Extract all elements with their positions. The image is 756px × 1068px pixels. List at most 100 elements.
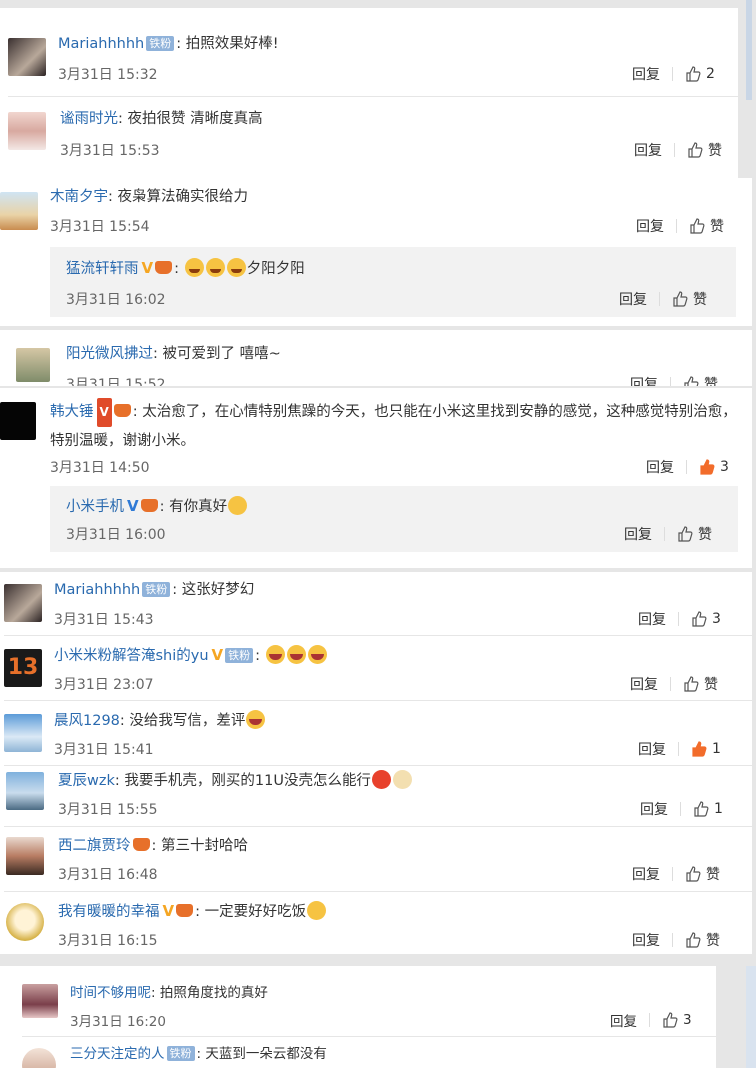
avatar[interactable] (4, 714, 42, 752)
reply-button[interactable]: 回复 (632, 930, 660, 950)
username-link[interactable]: 木南夕宇 (50, 189, 108, 205)
like-button[interactable]: 2 (685, 66, 715, 82)
avatar[interactable] (16, 348, 50, 382)
comment-text: 谧雨时光: 夜拍很赞 清晰度真高 (60, 111, 263, 127)
like-button[interactable]: 赞 (689, 216, 724, 236)
timestamp: 3月31日 15:55 (58, 802, 158, 818)
thumbs-up-icon (686, 66, 701, 82)
comment-body: 太治愈了，在心情特别焦躁的今天，也只能在小米这里找到安静的感觉，这种感觉特别治愈… (50, 404, 737, 449)
comment-list: Mariahhhhh 铁粉: 这张好梦幻 3月31日 15:43 回复 3 13 小… (0, 572, 752, 954)
username-link[interactable]: 三分天注定的人 (70, 1046, 165, 1062)
comment-body: 夜拍很赞 清晰度真高 (127, 111, 263, 127)
fan-badge: 铁粉 (146, 36, 175, 51)
thumbs-up-icon (692, 611, 707, 627)
avatar[interactable] (6, 903, 44, 941)
verified-icon: V (96, 398, 112, 427)
like-button[interactable]: 赞 (685, 930, 720, 950)
comment-text: 小米米粉解答淹shi的yu V 铁粉: (54, 645, 328, 666)
comment-card: 韩大锤 V: 太治愈了，在心情特别焦躁的今天，也只能在小米这里找到安静的感觉，这种… (0, 388, 752, 568)
fan-badge: 铁粉 (142, 582, 171, 597)
comment-actions: 回复 3 (638, 609, 721, 629)
emoji-icon (205, 258, 225, 277)
thumbs-up-icon (690, 218, 705, 234)
comment-text: Mariahhhhh 铁粉: 这张好梦幻 (54, 582, 255, 598)
thumbs-up-icon (673, 291, 688, 307)
comment-card: 时间不够用呢: 拍照角度找的真好 3月31日 16:20 回复 3 三分天注定的人… (0, 966, 716, 1068)
username-link[interactable]: Mariahhhhh (54, 582, 140, 598)
reply-button[interactable]: 回复 (646, 457, 674, 477)
username-link[interactable]: 晨风1298 (54, 713, 120, 729)
username-link[interactable]: 我有暖暖的幸福 (58, 904, 160, 920)
timestamp: 3月31日 15:43 (54, 612, 154, 628)
reply-button[interactable]: 回复 (638, 739, 666, 759)
reply-button[interactable]: 回复 (638, 609, 666, 629)
comment-text: 阳光微风拂过: 被可爱到了 嘻嘻~ (66, 346, 281, 362)
reply-body: 有你真好 (169, 499, 228, 515)
avatar[interactable]: 13 (4, 649, 42, 687)
like-button[interactable]: 3 (691, 611, 721, 627)
emoji-icon (228, 496, 248, 515)
username-link[interactable]: 小米米粉解答淹shi的yu (54, 648, 209, 664)
reply-button[interactable]: 回复 (634, 140, 662, 160)
thumbs-up-icon (678, 526, 693, 542)
reply-box: 小米手机 V: 有你真好 3月31日 16:00 回复 赞 (50, 486, 738, 552)
username-link[interactable]: 夏辰wzk (58, 773, 115, 789)
reply-button[interactable]: 回复 (632, 64, 660, 84)
reply-button[interactable]: 回复 (630, 674, 658, 694)
avatar[interactable] (22, 1048, 56, 1068)
comment-body: 一定要好好吃饭 (204, 904, 307, 920)
comment-body: 拍照角度找的真好 (159, 985, 268, 1001)
thumbs-up-filled-icon (700, 459, 715, 475)
reply-button[interactable]: 回复 (636, 216, 664, 236)
avatar[interactable] (0, 192, 38, 230)
avatar[interactable] (22, 984, 58, 1018)
comment-actions: 回复 赞 (630, 374, 718, 386)
username-link[interactable]: 阳光微风拂过 (66, 346, 153, 362)
reply-button[interactable]: 回复 (640, 799, 668, 819)
username-link[interactable]: 小米手机 (66, 499, 124, 515)
username-link[interactable]: Mariahhhhh (58, 36, 144, 52)
like-button[interactable]: 赞 (683, 674, 718, 694)
comment-actions: 回复 赞 (630, 674, 718, 694)
avatar[interactable] (8, 38, 46, 76)
reply-button[interactable]: 回复 (619, 289, 647, 309)
comment-actions: 回复 赞 (636, 216, 724, 236)
like-button[interactable]: 赞 (677, 524, 712, 544)
comment-body: 这张好梦幻 (181, 582, 255, 598)
fan-badge: 铁粉 (225, 648, 254, 663)
username-link[interactable]: 时间不够用呢 (70, 985, 151, 1001)
avatar[interactable] (6, 772, 44, 810)
like-button[interactable]: 赞 (685, 864, 720, 884)
comment-card: 阳光微风拂过: 被可爱到了 嘻嘻~ 3月31日 15:52 回复 赞 (0, 330, 752, 386)
timestamp: 3月31日 16:00 (66, 527, 166, 543)
timestamp: 3月31日 15:41 (54, 742, 154, 758)
username-link[interactable]: 谧雨时光 (60, 111, 118, 127)
avatar[interactable] (4, 584, 42, 622)
reply-button[interactable]: 回复 (632, 864, 660, 884)
comment-text: 西二旗贾玲: 第三十封哈哈 (58, 838, 248, 854)
reply-button[interactable]: 回复 (624, 524, 652, 544)
like-button[interactable]: 3 (662, 1012, 692, 1028)
avatar[interactable] (0, 402, 36, 440)
like-button[interactable]: 3 (699, 459, 729, 475)
username-link[interactable]: 西二旗贾玲 (58, 838, 131, 854)
comment-actions: 回复 赞 (632, 930, 720, 950)
comment-actions: 回复 2 (632, 64, 715, 84)
fan-crown-icon (176, 904, 194, 917)
thumbs-up-icon (688, 142, 703, 158)
like-button[interactable]: 1 (693, 801, 723, 817)
scrollbar[interactable] (746, 0, 756, 1068)
reply-button[interactable]: 回复 (630, 374, 658, 386)
like-button[interactable]: 赞 (672, 289, 707, 309)
thumbs-up-icon (684, 676, 699, 692)
username-link[interactable]: 韩大锤 (50, 404, 94, 420)
comment-actions: 回复 3 (610, 1010, 692, 1030)
avatar[interactable] (6, 837, 44, 875)
username-link[interactable]: 猛流轩轩雨 (66, 261, 139, 277)
comment-actions: 回复 赞 (634, 140, 722, 160)
like-button[interactable]: 1 (691, 741, 721, 757)
like-button[interactable]: 赞 (683, 374, 718, 386)
like-button[interactable]: 赞 (687, 140, 722, 160)
avatar[interactable] (8, 112, 46, 150)
reply-button[interactable]: 回复 (610, 1010, 637, 1030)
